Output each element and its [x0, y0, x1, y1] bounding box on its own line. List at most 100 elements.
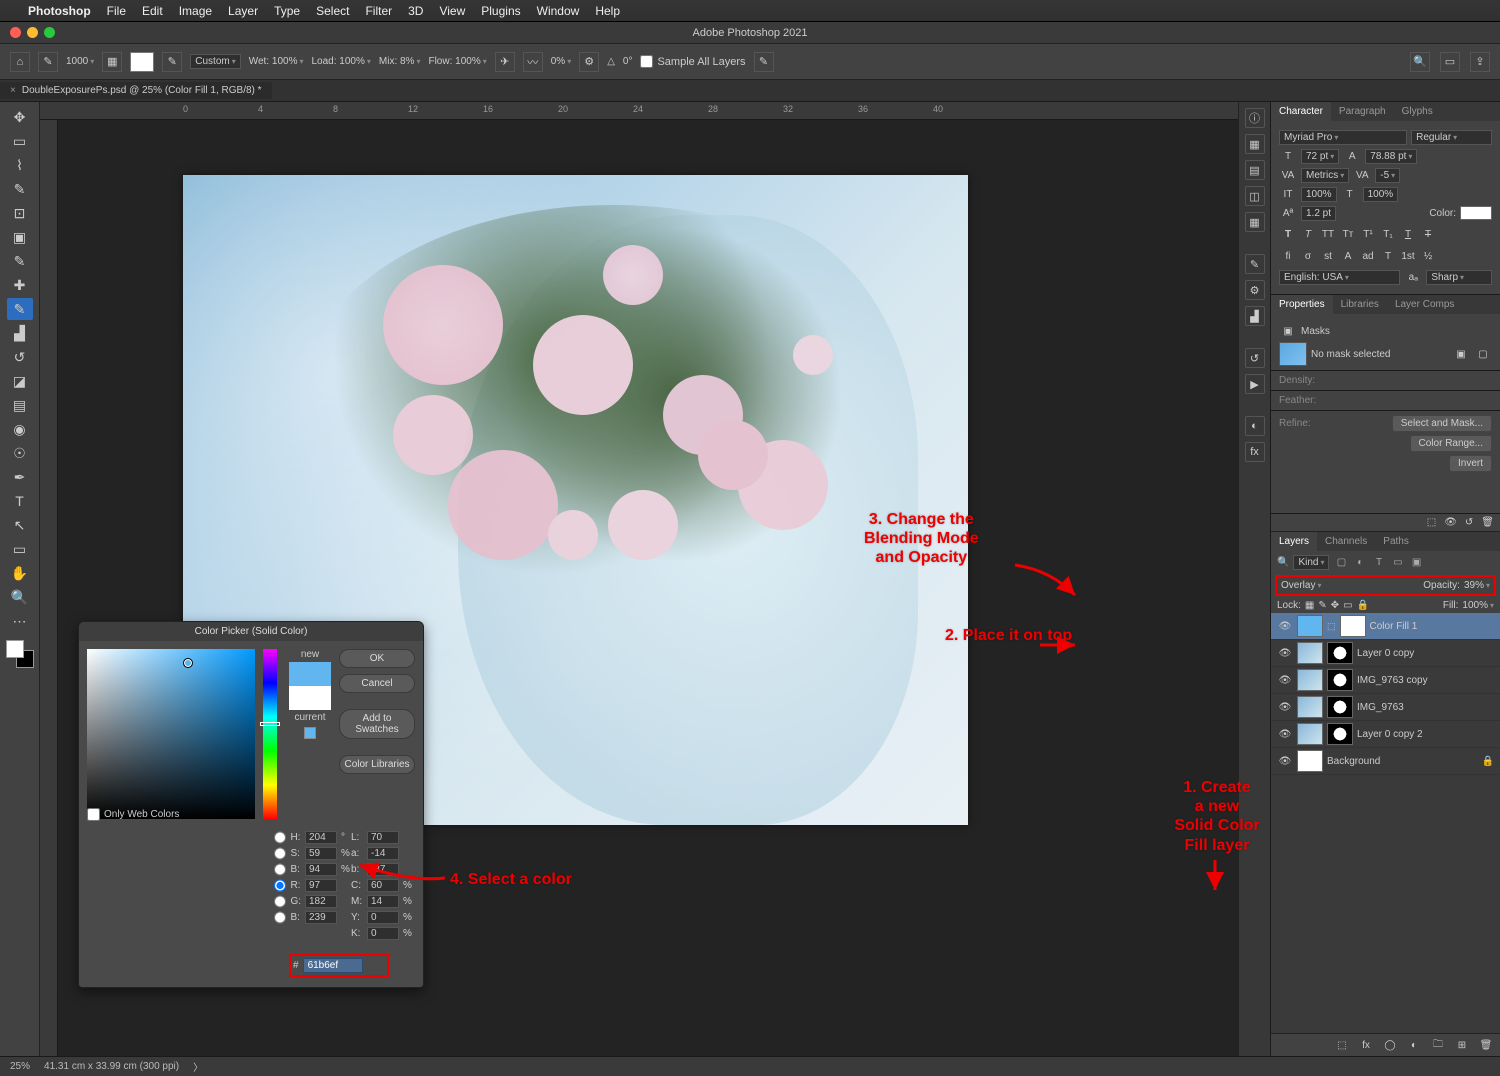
- actions-panel-icon[interactable]: ▶: [1245, 374, 1265, 394]
- mix-value[interactable]: Mix: 8%: [379, 56, 421, 67]
- vscale-input[interactable]: 100%: [1301, 187, 1337, 202]
- vertical-ruler[interactable]: [40, 120, 58, 1056]
- layer-name[interactable]: Color Fill 1: [1370, 621, 1494, 632]
- layer-visibility-icon[interactable]: 👁: [1277, 648, 1293, 659]
- layers-list[interactable]: 👁 ⬚ Color Fill 1 👁 Layer 0 copy 👁 I: [1271, 613, 1500, 1033]
- foreground-color[interactable]: [6, 640, 24, 658]
- menu-help[interactable]: Help: [595, 4, 620, 18]
- s-radio[interactable]: [274, 847, 286, 860]
- layer-name[interactable]: IMG_9763: [1357, 702, 1494, 713]
- layer-mask-thumbnail[interactable]: [1327, 723, 1353, 745]
- strike-button[interactable]: T: [1419, 225, 1437, 243]
- tab-properties[interactable]: Properties: [1271, 295, 1333, 314]
- tab-layers[interactable]: Layers: [1271, 532, 1317, 551]
- menu-filter[interactable]: Filter: [365, 4, 392, 18]
- frame-tool[interactable]: ▣: [7, 226, 33, 248]
- color-swatches[interactable]: [6, 640, 34, 668]
- layers-footer[interactable]: ⬚ fx ◯ ◐ 🗀 ⊞ 🗑: [1271, 1033, 1500, 1056]
- hex-input[interactable]: 61b6ef: [303, 958, 363, 973]
- macos-menubar[interactable]: Photoshop File Edit Image Layer Type Sel…: [0, 0, 1500, 22]
- baseline-input[interactable]: 1.2 pt: [1301, 206, 1336, 221]
- angle-value[interactable]: 0°: [623, 56, 633, 67]
- r-radio[interactable]: [274, 879, 286, 892]
- tracking-input[interactable]: -5: [1375, 168, 1400, 183]
- menu-select[interactable]: Select: [316, 4, 349, 18]
- color-picker-dialog[interactable]: Color Picker (Solid Color) new current O…: [78, 621, 424, 988]
- brush-settings-icon[interactable]: ✎: [162, 52, 182, 72]
- blend-mode-select[interactable]: Overlay: [1281, 580, 1419, 591]
- history-brush-tool[interactable]: ↺: [7, 346, 33, 368]
- menu-type[interactable]: Type: [274, 4, 300, 18]
- delete-layer-icon[interactable]: 🗑: [1478, 1037, 1494, 1053]
- properties-panel[interactable]: ▣Masks No mask selected ▣ ▢ Density: Fea…: [1271, 314, 1500, 514]
- layer-name[interactable]: Layer 0 copy 2: [1357, 729, 1494, 740]
- color-panel-icon[interactable]: ▦: [1245, 134, 1265, 154]
- close-window-icon[interactable]: [10, 27, 21, 38]
- app-menu[interactable]: Photoshop: [28, 4, 91, 18]
- layer-mask-thumbnail[interactable]: [1340, 615, 1366, 637]
- layer-thumbnail[interactable]: [1297, 669, 1323, 691]
- type-style-buttons[interactable]: T T TT Tᴛ T¹ T₁ T T: [1279, 225, 1492, 243]
- italic-button[interactable]: T: [1299, 225, 1317, 243]
- filter-pixel-icon[interactable]: ▢: [1333, 554, 1349, 570]
- layer-row[interactable]: 👁 IMG_9763: [1271, 694, 1500, 721]
- websafe-swatch[interactable]: [304, 727, 316, 739]
- layer-mask-thumbnail[interactable]: [1327, 669, 1353, 691]
- add-to-swatches-button[interactable]: Add to Swatches: [339, 709, 415, 739]
- tools-panel[interactable]: ✥ ▭ ⌇ ✎ ⊡ ▣ ✎ ✚ ✎ ▟ ↺ ◪ ▤ ◉ ☉ ✒ T ↖ ▭ ✋ …: [0, 102, 40, 1056]
- link-icon[interactable]: ⬚: [1427, 517, 1436, 528]
- layer-row[interactable]: 👁 ⬚ Color Fill 1: [1271, 613, 1500, 640]
- layers-panel-tabs[interactable]: Layers Channels Paths: [1271, 532, 1500, 551]
- marquee-tool[interactable]: ▭: [7, 130, 33, 152]
- eyedropper-tool[interactable]: ✎: [7, 250, 33, 272]
- filter-shape-icon[interactable]: ▭: [1390, 554, 1406, 570]
- gradients-panel-icon[interactable]: ◫: [1245, 186, 1265, 206]
- lock-transparency-icon[interactable]: ▦: [1305, 600, 1314, 611]
- layer-mask-thumbnail[interactable]: [1327, 642, 1353, 664]
- layer-mask-thumbnail[interactable]: [1327, 696, 1353, 718]
- color-libraries-button[interactable]: Color Libraries: [339, 755, 415, 774]
- tab-paths[interactable]: Paths: [1375, 532, 1417, 551]
- eye-icon[interactable]: 👁: [1444, 517, 1457, 528]
- b-radio[interactable]: [274, 863, 286, 876]
- swatches-panel-icon[interactable]: ▤: [1245, 160, 1265, 180]
- tab-layer-comps[interactable]: Layer Comps: [1387, 295, 1462, 314]
- blur-tool[interactable]: ◉: [7, 418, 33, 440]
- reset-icon[interactable]: ↺: [1465, 517, 1473, 528]
- current-color-swatch[interactable]: [289, 686, 331, 710]
- saturation-value-field[interactable]: [87, 649, 255, 819]
- new-fill-adjustment-icon[interactable]: ◐: [1406, 1037, 1422, 1053]
- sv-cursor[interactable]: [183, 658, 193, 668]
- hex-field-row[interactable]: # 61b6ef: [289, 954, 389, 977]
- minimize-window-icon[interactable]: [27, 27, 38, 38]
- zoom-tool[interactable]: 🔍: [7, 586, 33, 608]
- font-family-select[interactable]: Myriad Pro: [1279, 130, 1407, 145]
- tab-character[interactable]: Character: [1271, 102, 1331, 121]
- tablet-pressure-icon[interactable]: ✎: [754, 52, 774, 72]
- font-size-input[interactable]: 72 pt: [1301, 149, 1339, 164]
- bb-radio[interactable]: [274, 911, 286, 924]
- history-panel-icon[interactable]: ↺: [1245, 348, 1265, 368]
- layer-row[interactable]: 👁 Background 🔒: [1271, 748, 1500, 775]
- new-group-icon[interactable]: 🗀: [1430, 1037, 1446, 1053]
- traffic-lights[interactable]: [10, 27, 55, 38]
- filter-adjust-icon[interactable]: ◐: [1352, 554, 1368, 570]
- shape-tool[interactable]: ▭: [7, 538, 33, 560]
- filter-icon[interactable]: 🔍: [1277, 557, 1289, 568]
- tab-libraries[interactable]: Libraries: [1333, 295, 1387, 314]
- layer-row[interactable]: 👁 IMG_9763 copy: [1271, 667, 1500, 694]
- layer-filter-row[interactable]: 🔍 Kind ▢ ◐ T ▭ ▣: [1271, 551, 1500, 573]
- wet-value[interactable]: Wet: 100%: [249, 56, 304, 67]
- bold-button[interactable]: T: [1279, 225, 1297, 243]
- layer-visibility-icon[interactable]: 👁: [1277, 621, 1293, 632]
- document-tab[interactable]: × DoubleExposurePs.psd @ 25% (Color Fill…: [0, 82, 272, 99]
- brushes-panel-icon[interactable]: ✎: [1245, 254, 1265, 274]
- flow-value[interactable]: Flow: 100%: [428, 56, 486, 67]
- new-layer-icon[interactable]: ⊞: [1454, 1037, 1470, 1053]
- kerning-select[interactable]: Metrics: [1301, 168, 1349, 183]
- hue-slider[interactable]: [263, 649, 277, 819]
- owc-checkbox[interactable]: [87, 808, 100, 821]
- load-value[interactable]: Load: 100%: [311, 56, 370, 67]
- status-bar[interactable]: 25% 41.31 cm x 33.99 cm (300 ppi) 〉: [0, 1056, 1500, 1076]
- workspace-icon[interactable]: ▭: [1440, 52, 1460, 72]
